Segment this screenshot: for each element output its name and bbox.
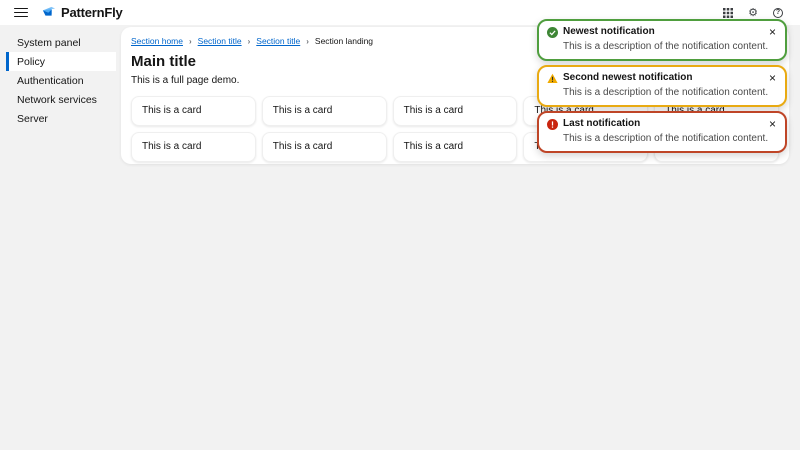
breadcrumb-link[interactable]: Section title	[198, 36, 242, 46]
check-circle-icon	[547, 26, 558, 38]
gear-icon[interactable]: ⚙	[746, 6, 760, 20]
patternfly-logo-icon	[42, 6, 56, 16]
question-circle-icon[interactable]: ?	[771, 6, 785, 20]
warning-triangle-icon	[547, 73, 558, 83]
card: This is a card	[392, 96, 518, 126]
chevron-right-icon: ›	[306, 36, 309, 46]
sidebar-nav: System panel Policy Authentication Netwo…	[0, 25, 121, 450]
card: This is a card	[261, 96, 387, 126]
toast-title: Newest notification	[563, 26, 655, 37]
sidebar-item-authentication[interactable]: Authentication	[0, 71, 121, 90]
card: This is a card	[131, 132, 256, 162]
toast-title: Last notification	[563, 118, 641, 129]
toast-danger: Last notification × This is a descriptio…	[537, 111, 787, 153]
sidebar-item-server[interactable]: Server	[0, 109, 121, 128]
masthead-actions: ⚙ ?	[721, 6, 785, 20]
exclamation-circle-icon	[547, 118, 558, 130]
sidebar-item-system-panel[interactable]: System panel	[0, 33, 121, 52]
brand-name: PatternFly	[61, 5, 123, 20]
nav-toggle-button[interactable]	[10, 4, 32, 22]
toast-notification-group: Newest notification × This is a descript…	[537, 19, 787, 153]
card: This is a card	[131, 96, 256, 126]
toast-warning: Second newest notification × This is a d…	[537, 65, 787, 107]
sidebar-item-policy[interactable]: Policy	[6, 52, 116, 71]
hamburger-menu-icon	[14, 7, 28, 10]
close-icon[interactable]: ×	[768, 26, 777, 38]
close-icon[interactable]: ×	[768, 72, 777, 84]
card: This is a card	[392, 132, 518, 162]
apps-grid-icon[interactable]	[721, 6, 735, 20]
chevron-right-icon: ›	[247, 36, 251, 46]
breadcrumb-link[interactable]: Section home	[131, 36, 183, 46]
brand-logo[interactable]: PatternFly	[42, 5, 123, 20]
toast-description: This is a description of the notificatio…	[563, 87, 769, 98]
toast-title: Second newest notification	[563, 72, 693, 83]
toast-success: Newest notification × This is a descript…	[537, 19, 787, 61]
close-icon[interactable]: ×	[768, 118, 777, 130]
card: This is a card	[261, 132, 387, 162]
chevron-right-icon: ›	[188, 36, 192, 46]
toast-description: This is a description of the notificatio…	[563, 41, 769, 52]
sidebar-item-network-services[interactable]: Network services	[0, 90, 121, 109]
breadcrumb-current: Section landing	[314, 36, 374, 46]
breadcrumb-link[interactable]: Section title	[256, 36, 300, 46]
toast-description: This is a description of the notificatio…	[563, 133, 769, 144]
